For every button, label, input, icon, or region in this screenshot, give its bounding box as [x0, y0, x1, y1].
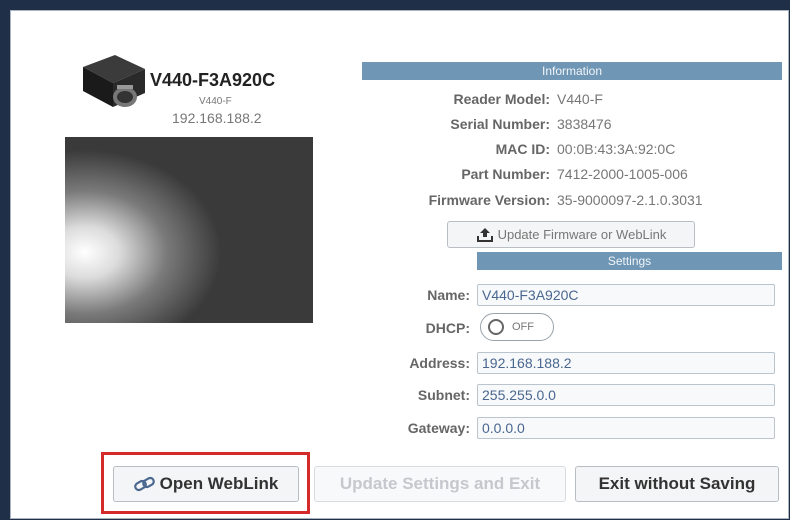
- device-ip: 192.168.188.2: [172, 110, 262, 126]
- device-model: V440-F: [199, 96, 232, 107]
- update-firmware-label: Update Firmware or WebLink: [497, 227, 667, 242]
- address-field[interactable]: 192.168.188.2: [477, 352, 775, 374]
- name-label: Name:: [427, 287, 470, 303]
- part-number-label: Part Number:: [461, 166, 550, 182]
- link-icon: [133, 476, 156, 492]
- serial-number-label: Serial Number:: [450, 116, 550, 132]
- firmware-version-value: 35-9000097-2.1.0.3031: [557, 192, 703, 208]
- exit-without-saving-button[interactable]: Exit without Saving: [575, 466, 779, 502]
- update-settings-exit-button[interactable]: Update Settings and Exit: [314, 466, 566, 502]
- serial-number-value: 3838476: [557, 116, 612, 132]
- firmware-version-label: Firmware Version:: [428, 192, 550, 208]
- reader-model-value: V440-F: [557, 91, 603, 107]
- address-label: Address:: [409, 355, 470, 371]
- dhcp-label: DHCP:: [425, 320, 470, 336]
- subnet-field[interactable]: 255.255.0.0: [477, 384, 775, 406]
- open-weblink-label: Open WebLink: [159, 474, 279, 493]
- update-firmware-button[interactable]: Update Firmware or WebLink: [447, 221, 695, 248]
- gateway-field[interactable]: 0.0.0.0: [477, 417, 775, 439]
- camera-device-icon: [75, 55, 150, 115]
- subnet-label: Subnet:: [417, 387, 470, 403]
- settings-header: Settings: [477, 252, 782, 270]
- gateway-label: Gateway:: [407, 420, 470, 436]
- mac-id-label: MAC ID:: [495, 141, 550, 157]
- mac-id-value: 00:0B:43:3A:92:0C: [557, 141, 676, 157]
- toggle-knob: [488, 319, 504, 335]
- part-number-value: 7412-2000-1005-006: [557, 166, 688, 182]
- open-weblink-button[interactable]: Open WebLink: [113, 466, 299, 502]
- device-title: V440-F3A920C: [150, 70, 276, 90]
- information-header: Information: [362, 62, 782, 80]
- reader-model-label: Reader Model:: [453, 91, 550, 107]
- upload-icon: [476, 227, 494, 243]
- name-field[interactable]: V440-F3A920C: [477, 284, 775, 306]
- dhcp-toggle[interactable]: OFF: [480, 313, 554, 341]
- dhcp-state: OFF: [512, 321, 534, 333]
- camera-preview: [65, 137, 313, 323]
